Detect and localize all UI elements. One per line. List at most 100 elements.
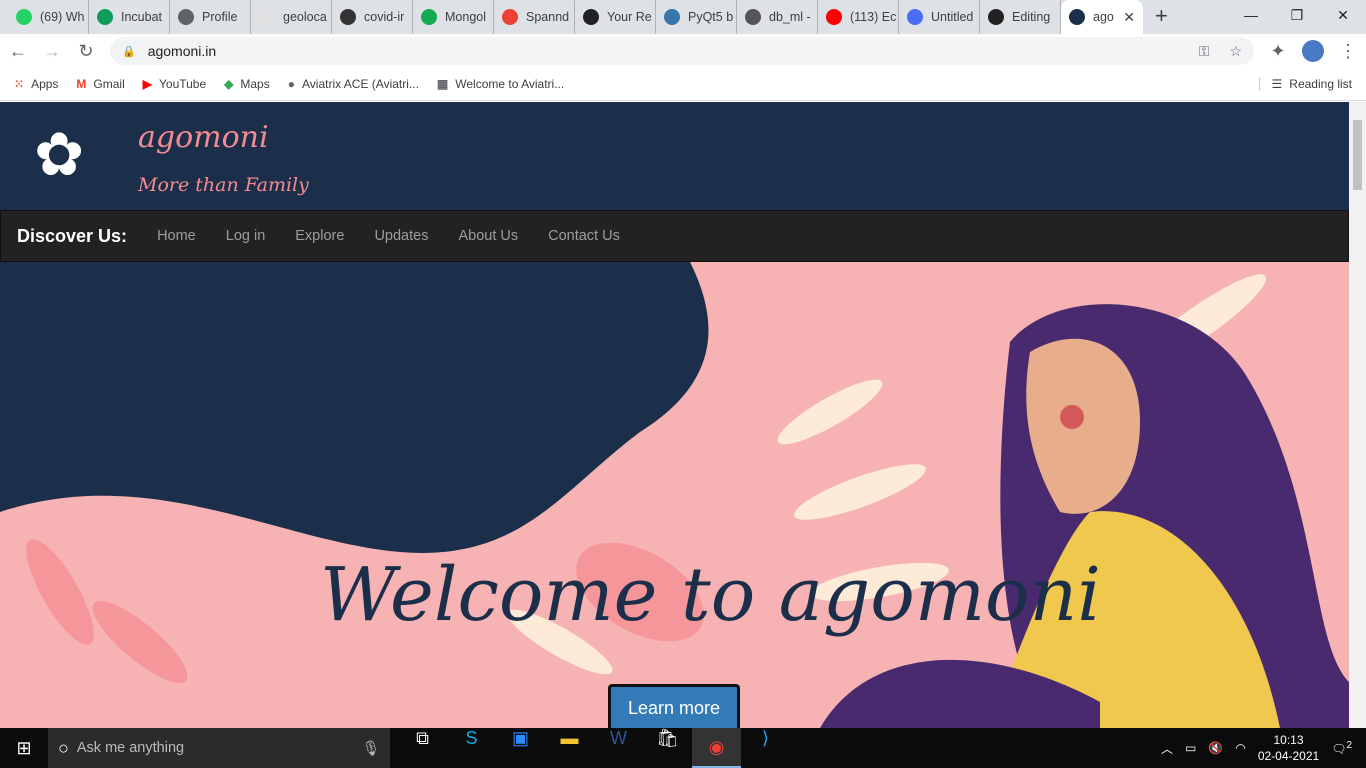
site-header: ✿ agomoni More than Family (0, 102, 1349, 210)
tab-favicon-icon (502, 9, 518, 25)
url-text: agomoni.in (147, 43, 217, 59)
tab-favicon-icon (16, 9, 32, 25)
tab-favicon-icon (988, 9, 1004, 25)
browser-tab[interactable]: (69) Wh (8, 0, 89, 34)
restore-button[interactable]: ❐ (1274, 0, 1320, 30)
bookmark-aviatrix-ace[interactable]: ● Aviatrix ACE (Aviatri... (288, 77, 419, 91)
reading-list-button[interactable]: ☰ Reading list (1258, 77, 1352, 91)
word-icon[interactable]: W (594, 728, 643, 768)
tab-title: Incubat (121, 10, 163, 24)
browser-tab[interactable]: Untitled (899, 0, 980, 34)
browser-tab[interactable]: Profile (170, 0, 251, 34)
tab-title: Profile (202, 10, 238, 24)
browser-tab[interactable]: Spannd (494, 0, 575, 34)
extensions-icon[interactable]: ✦ (1268, 41, 1288, 62)
tab-title: Untitled (931, 10, 974, 24)
close-tab-icon[interactable]: ✕ (1123, 9, 1135, 26)
browser-tab[interactable]: Editing (980, 0, 1061, 34)
show-hidden-icons[interactable]: ︿ (1161, 740, 1173, 757)
new-tab-button[interactable]: + (1143, 0, 1180, 34)
nav-explore[interactable]: Explore (295, 228, 344, 244)
tab-title: (69) Wh (40, 10, 85, 24)
minimize-button[interactable]: — (1228, 0, 1274, 30)
flower-logo-icon: ✿ (34, 121, 85, 188)
battery-icon[interactable]: ▭ (1185, 741, 1196, 755)
tab-favicon-icon (97, 9, 113, 25)
welcome-heading: Welcome to agomoni (320, 552, 1101, 638)
tab-favicon-icon (178, 9, 194, 25)
tab-favicon-icon (745, 9, 761, 25)
store-icon[interactable]: 🛍 (643, 728, 692, 768)
chrome-icon[interactable]: ◉ (692, 728, 741, 768)
tab-favicon-icon (583, 9, 599, 25)
page-scrollbar[interactable] (1349, 102, 1366, 728)
tab-strip: (69) Wh Incubat Profile geoloca covid-ir Mong… (0, 0, 1366, 34)
search-placeholder: Ask me anything (76, 740, 185, 756)
browser-tab[interactable]: Incubat (89, 0, 170, 34)
bookmark-maps[interactable]: ◆ Maps (224, 77, 270, 91)
hero-illustration (0, 262, 1349, 728)
tab-title: covid-ir (364, 10, 405, 24)
bookmark-gmail[interactable]: M Gmail (76, 77, 124, 91)
wifi-icon[interactable]: ◠ (1235, 741, 1245, 755)
bookmarks-bar: ⁙ Apps M Gmail ▶ YouTube ◆ Maps ● Aviatrix AC… (0, 68, 1366, 101)
browser-tab[interactable]: ago ✕ (1061, 0, 1143, 34)
tab-title: (113) Ec (850, 10, 897, 24)
volume-muted-icon[interactable]: 🔇 (1208, 741, 1223, 755)
browser-tab[interactable]: (113) Ec (818, 0, 899, 34)
taskbar: ⊞ ○ Ask me anything 🎙 ⧉ S ▣ ▬ W 🛍 ◉ ⟩ ︿ … (0, 728, 1366, 768)
tab-title: db_ml - (769, 10, 811, 24)
avatar[interactable] (1302, 40, 1324, 62)
bookmark-star-icon[interactable]: ☆ (1229, 43, 1242, 60)
nav-about-us[interactable]: About Us (458, 228, 518, 244)
vscode-icon[interactable]: ⟩ (741, 728, 790, 768)
back-button[interactable]: ← (8, 41, 28, 62)
nav-login[interactable]: Log in (226, 228, 266, 244)
tab-title: Editing (1012, 10, 1051, 24)
learn-more-button[interactable]: Learn more (608, 684, 740, 728)
site-navbar: Discover Us: Home Log in Explore Updates… (0, 210, 1349, 262)
file-explorer-icon[interactable]: ▬ (545, 728, 594, 768)
close-window-button[interactable]: ✕ (1320, 0, 1366, 30)
tab-title: PyQt5 b (688, 10, 734, 24)
windows-start-icon[interactable]: ⊞ (0, 738, 48, 759)
tab-favicon-icon (664, 9, 680, 25)
task-view-icon[interactable]: ⧉ (398, 728, 447, 768)
hero-banner: Welcome to agomoni Learn more (0, 262, 1349, 728)
brand-name: agomoni (138, 120, 269, 155)
notifications-icon[interactable]: 🗨2 (1331, 740, 1352, 756)
browser-tab[interactable]: covid-ir (332, 0, 413, 34)
bookmark-youtube[interactable]: ▶ YouTube (143, 77, 206, 91)
clock[interactable]: 10:13 02-04-2021 (1258, 732, 1319, 764)
tab-favicon-icon (421, 9, 437, 25)
reload-button[interactable]: ↻ (76, 41, 96, 62)
bookmark-welcome-aviatrix[interactable]: ▦ Welcome to Aviatri... (437, 77, 564, 91)
menu-icon[interactable]: ⋮ (1338, 41, 1358, 62)
nav-updates[interactable]: Updates (374, 228, 428, 244)
browser-tab[interactable]: PyQt5 b (656, 0, 737, 34)
browser-tab[interactable]: Your Re (575, 0, 656, 34)
cortana-icon: ○ (58, 737, 69, 758)
browser-tab[interactable]: db_ml - (737, 0, 818, 34)
taskbar-search[interactable]: ○ Ask me anything 🎙 (48, 728, 390, 768)
bookmark-apps[interactable]: ⁙ Apps (14, 77, 58, 91)
skype-icon[interactable]: S (447, 728, 496, 768)
tab-title: ago (1093, 10, 1114, 24)
browser-tab[interactable]: Mongol (413, 0, 494, 34)
tab-title: geoloca (283, 10, 327, 24)
zoom-icon[interactable]: ▣ (496, 728, 545, 768)
lock-icon: 🔒 (122, 45, 136, 58)
tab-favicon-icon (259, 9, 275, 25)
nav-title: Discover Us: (17, 225, 128, 246)
nav-home[interactable]: Home (157, 228, 196, 244)
nav-contact-us[interactable]: Contact Us (548, 228, 620, 244)
address-bar[interactable]: 🔒 agomoni.in ⚿ ☆ (110, 37, 1254, 65)
browser-tab[interactable]: geoloca (251, 0, 332, 34)
microphone-icon[interactable]: 🎙 (362, 740, 380, 757)
tab-title: Your Re (607, 10, 652, 24)
tab-favicon-icon (907, 9, 923, 25)
key-icon[interactable]: ⚿ (1199, 43, 1210, 60)
tab-title: Spannd (526, 10, 570, 24)
forward-button[interactable]: → (42, 41, 62, 62)
tab-favicon-icon (826, 9, 842, 25)
